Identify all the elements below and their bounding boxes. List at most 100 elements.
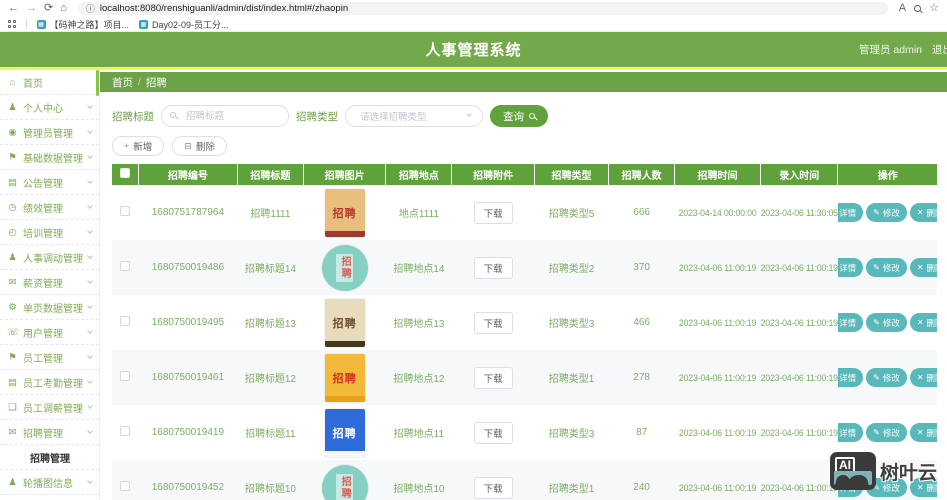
breadcrumb-separator: / xyxy=(138,76,141,88)
select-all-checkbox[interactable] xyxy=(120,168,130,178)
sidebar-item-员工考勤管理[interactable]: ▤员工考勤管理 xyxy=(0,370,99,395)
delete-button[interactable]: ✕删除 xyxy=(910,313,937,332)
search-icon[interactable] xyxy=(914,5,921,12)
query-button[interactable]: 查询 xyxy=(490,105,548,127)
download-button[interactable]: 下载 xyxy=(474,367,513,389)
refresh-icon[interactable]: ⟳ xyxy=(44,3,53,14)
row-checkbox[interactable] xyxy=(120,316,130,326)
bookmark-item[interactable]: ▦ Day02-09-员工分... xyxy=(139,18,229,31)
site-info-icon[interactable]: ⓘ xyxy=(86,2,95,15)
home-icon[interactable]: ⌂ xyxy=(60,3,67,14)
url-text[interactable]: localhost:8080/renshiguanli/admin/dist/i… xyxy=(100,3,348,14)
translate-icon[interactable]: A xyxy=(899,3,906,14)
edit-button[interactable]: ✎修改 xyxy=(866,203,907,222)
column-header: 招聘时间 xyxy=(675,164,761,185)
chevron-down-icon xyxy=(87,378,93,384)
sidebar-item-薪资管理[interactable]: ✉薪资管理 xyxy=(0,270,99,295)
title-filter-input[interactable] xyxy=(161,105,289,127)
table-row: 1680750019419招聘标题11招聘招聘地点11下载招聘类型3872023… xyxy=(112,405,937,460)
detail-button-label: 详情 xyxy=(839,262,856,274)
recruit-type-cell: 招聘类型3 xyxy=(534,295,608,350)
sidebar-item-员工调薪管理[interactable]: ❑员工调薪管理 xyxy=(0,395,99,420)
edit-button[interactable]: ✎修改 xyxy=(866,423,907,442)
sidebar-item-用户管理[interactable]: ☏用户管理 xyxy=(0,320,99,345)
sidebar-item-培训管理[interactable]: ◴培训管理 xyxy=(0,220,99,245)
edit-icon: ✎ xyxy=(873,373,880,382)
recruit-poster-image[interactable]: 招聘 xyxy=(322,245,368,291)
address-bar[interactable]: ⓘ localhost:8080/renshiguanli/admin/dist… xyxy=(78,2,888,15)
breadcrumb-home[interactable]: 首页 xyxy=(112,75,133,90)
apps-grid-icon[interactable] xyxy=(8,20,16,28)
detail-button[interactable]: ≡详情 xyxy=(838,313,863,332)
type-filter-select[interactable]: 请选择招聘类型 xyxy=(345,105,483,127)
mountain-icon xyxy=(834,471,872,485)
row-checkbox[interactable] xyxy=(120,426,130,436)
main-content: 首页 / 招聘 招聘标题 招聘类型 请选择招聘类型 查询 + 新增 xyxy=(100,70,947,500)
chevron-down-icon xyxy=(87,253,93,259)
download-button[interactable]: 下载 xyxy=(474,202,513,224)
recruit-location-cell: 招聘地点13 xyxy=(386,295,452,350)
entry-time-cell: 2023-04-06 11:00:19 xyxy=(760,460,838,500)
edit-button[interactable]: ✎修改 xyxy=(866,313,907,332)
recruit-poster-image[interactable]: 招聘 xyxy=(325,409,365,457)
download-button[interactable]: 下载 xyxy=(474,312,513,334)
sidebar-item-员工管理[interactable]: ⚑员工管理 xyxy=(0,345,99,370)
edit-button[interactable]: ✎修改 xyxy=(866,258,907,277)
column-header: 招聘标题 xyxy=(237,164,303,185)
sidebar-item-label: 公告管理 xyxy=(23,175,63,190)
add-button[interactable]: + 新增 xyxy=(112,136,164,156)
detail-button[interactable]: ≡详情 xyxy=(838,203,863,222)
edit-button[interactable]: ✎修改 xyxy=(866,368,907,387)
logout-link[interactable]: 退出 xyxy=(932,42,947,57)
sidebar-item-轮播图信息[interactable]: ♟轮播图信息 xyxy=(0,470,99,495)
delete-icon: ✕ xyxy=(917,263,924,272)
bookmark-favicon: ▦ xyxy=(139,20,148,29)
sidebar-item-管理员管理[interactable]: ◉管理员管理 xyxy=(0,120,99,145)
sidebar-item-绩效管理[interactable]: ◷绩效管理 xyxy=(0,195,99,220)
delete-button[interactable]: ✕删除 xyxy=(910,258,937,277)
sidebar-item-基础数据管理[interactable]: ⚑基础数据管理 xyxy=(0,145,99,170)
row-checkbox[interactable] xyxy=(120,261,130,271)
user-icon: ♟ xyxy=(7,102,18,113)
delete-button[interactable]: ⊟ 删除 xyxy=(172,136,227,156)
sidebar-item-label: 轮播图信息 xyxy=(23,475,73,490)
sidebar-item-个人中心[interactable]: ♟个人中心 xyxy=(0,95,99,120)
row-checkbox[interactable] xyxy=(120,371,130,381)
recruit-poster-image[interactable]: 招聘 xyxy=(325,299,365,347)
browser-toolbar: ← → ⟳ ⌂ ⓘ localhost:8080/renshiguanli/ad… xyxy=(0,0,947,17)
sidebar-item-单页数据管理[interactable]: ⚙单页数据管理 xyxy=(0,295,99,320)
sidebar-item-招聘管理[interactable]: ✉招聘管理 xyxy=(0,420,99,445)
detail-button[interactable]: ≡详情 xyxy=(838,258,863,277)
table-row: 1680750019486招聘标题14招聘招聘地点14下载招聘类型2370202… xyxy=(112,240,937,295)
chevron-down-icon xyxy=(466,111,472,117)
sidebar-scrollbar[interactable] xyxy=(96,70,99,96)
download-button[interactable]: 下载 xyxy=(474,422,513,444)
recruit-poster-image[interactable]: 招聘 xyxy=(325,189,365,237)
download-button[interactable]: 下载 xyxy=(474,257,513,279)
person-transfer-icon: ♟ xyxy=(7,252,18,263)
recruit-title-cell: 招聘标题13 xyxy=(237,295,303,350)
download-button[interactable]: 下载 xyxy=(474,477,513,499)
detail-button[interactable]: ≡详情 xyxy=(838,423,863,442)
sidebar-item-人事调动管理[interactable]: ♟人事调动管理 xyxy=(0,245,99,270)
detail-button[interactable]: ≡详情 xyxy=(838,368,863,387)
trash-icon: ⊟ xyxy=(184,141,192,152)
sidebar-subitem-招聘管理[interactable]: 招聘管理 xyxy=(0,445,99,470)
detail-button-label: 详情 xyxy=(839,317,856,329)
recruit-poster-image[interactable]: 招聘 xyxy=(322,465,368,500)
row-checkbox[interactable] xyxy=(120,481,130,491)
recruit-poster-image[interactable]: 招聘 xyxy=(325,354,365,402)
chevron-down-icon xyxy=(87,278,93,284)
bookmark-star-icon[interactable]: ☆ xyxy=(929,3,939,14)
bookmark-item[interactable]: ▦ 【码神之路】项目... xyxy=(37,18,130,31)
sidebar-item-首页[interactable]: ⌂首页 xyxy=(0,70,99,95)
watermark-brand: 树叶云 xyxy=(880,458,937,485)
sidebar-item-label: 薪资管理 xyxy=(23,275,63,290)
row-checkbox[interactable] xyxy=(120,206,130,216)
forward-icon[interactable]: → xyxy=(26,3,37,14)
back-icon[interactable]: ← xyxy=(8,3,19,14)
delete-button[interactable]: ✕删除 xyxy=(910,203,937,222)
delete-button[interactable]: ✕删除 xyxy=(910,368,937,387)
sidebar-item-公告管理[interactable]: ▤公告管理 xyxy=(0,170,99,195)
delete-button[interactable]: ✕删除 xyxy=(910,423,937,442)
